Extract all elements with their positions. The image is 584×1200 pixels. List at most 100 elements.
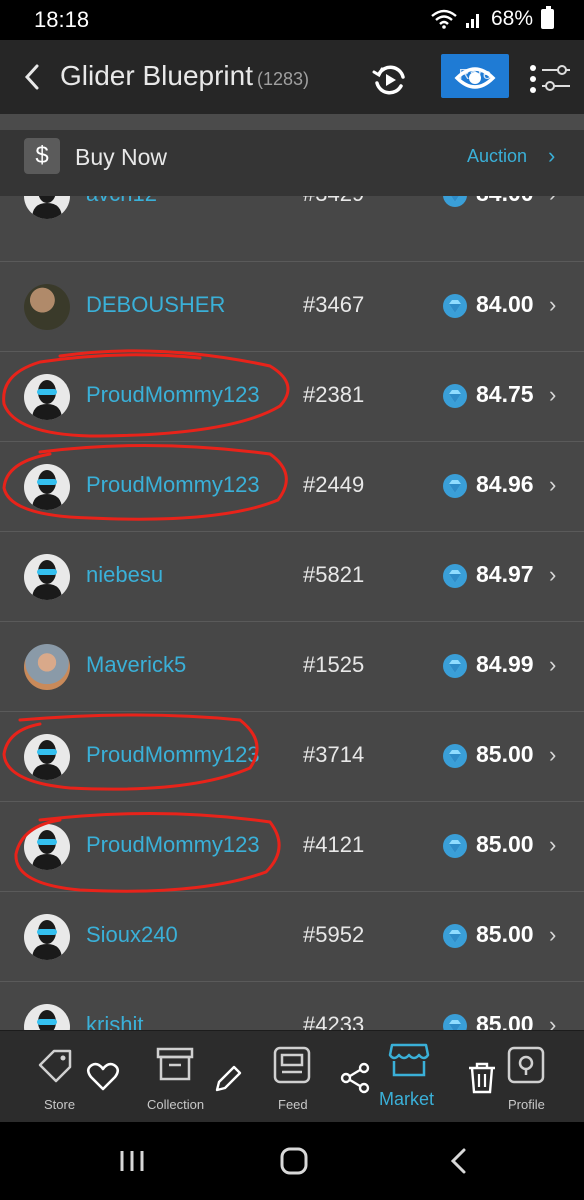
avatar [24,554,70,600]
username[interactable]: ProudMommy123 [86,382,260,408]
price: 84.00 [476,291,534,317]
chevron-right-icon[interactable]: › [549,832,556,858]
bottom-nav: Store Collection Feed Market Profile [0,1030,584,1122]
listing-row[interactable]: Maverick5 #1525 84.99 › [0,621,584,711]
nav-store[interactable]: Store [28,1031,88,1123]
diamond-coin-icon [443,196,467,207]
diamond-coin-icon [443,654,467,678]
tag-icon [38,1049,72,1083]
nav-feed[interactable]: Feed [270,1031,320,1123]
listing-row[interactable]: Sioux240 #5952 85.00 › [0,891,584,981]
serial-number: #2449 [303,472,365,497]
listing-row[interactable]: DEBOUSHER #3467 84.00 › [0,261,584,351]
avatar [24,1004,70,1030]
nav-market[interactable]: Market [378,1031,442,1123]
page-title: Glider Blueprint (1283) [60,60,309,92]
header: Glider Blueprint(1283) Rare [0,40,584,114]
heart-icon[interactable] [86,1061,120,1093]
listing-row[interactable]: avch12 #3429 84.00 › [0,196,584,241]
listing-row[interactable]: ProudMommy123 #3714 85.00 › [0,711,584,801]
item-count: (1283) [256,69,310,89]
refresh-icon[interactable] [370,60,410,100]
battery-icon [541,6,554,29]
serial-number: #1525 [303,652,365,677]
chevron-right-icon[interactable]: › [549,292,556,318]
listing-list[interactable]: avch12 #3429 84.00 › DEBOUSHER #3467 84.… [0,196,584,1030]
avatar [24,644,70,690]
system-back-icon[interactable] [446,1146,472,1176]
feed-icon [273,1046,311,1084]
back-arrow-icon[interactable] [18,58,48,96]
system-nav-bar [0,1122,584,1200]
avatar [24,196,70,219]
nav-collection[interactable]: Collection [145,1031,215,1123]
wifi-icon [431,9,457,29]
serial-number: #5952 [303,922,365,947]
status-time: 18:18 [34,7,90,32]
username[interactable]: DEBOUSHER [86,292,225,318]
chevron-right-icon[interactable]: › [549,196,556,207]
battery-percent: 68% [490,7,533,30]
username[interactable]: Sioux240 [86,922,178,948]
diamond-coin-icon [443,474,467,498]
chevron-right-icon[interactable]: › [549,472,556,498]
diamond-coin-icon [443,834,467,858]
username[interactable]: ProudMommy123 [86,832,260,858]
username[interactable]: ProudMommy123 [86,742,260,768]
username[interactable]: krishit [86,1012,143,1030]
rarity-view-button[interactable]: Rare [441,54,509,98]
eye-icon [454,67,496,89]
pencil-icon[interactable] [212,1063,244,1095]
listing-row[interactable]: ProudMommy123 #2449 84.96 › [0,441,584,531]
nav-feed-label: Feed [278,1097,308,1112]
price: 84.99 [476,651,534,677]
listing-row[interactable]: ProudMommy123 #4121 85.00 › [0,801,584,891]
chevron-right-icon[interactable]: › [549,742,556,768]
listing-row[interactable]: krishit #4233 85.00 › [0,981,584,1030]
price: 85.00 [476,831,534,857]
username[interactable]: Maverick5 [86,652,186,678]
avatar [24,824,70,870]
buy-now-label: Buy Now [75,144,168,170]
diamond-coin-icon [443,384,467,408]
serial-number: #3714 [303,742,365,767]
header-gap [0,114,584,130]
serial-number: #4121 [303,832,365,857]
trash-icon[interactable] [466,1061,498,1095]
chevron-right-icon[interactable]: › [549,652,556,678]
page-title-text: Glider Blueprint [60,60,253,91]
archive-box-icon [156,1047,194,1081]
chevron-right-icon[interactable]: › [549,1012,556,1030]
diamond-coin-icon [443,744,467,768]
status-icons: 68% [431,6,554,31]
chevron-right-icon[interactable]: › [549,922,556,948]
chevron-right-icon[interactable]: › [549,562,556,588]
price: 84.00 [476,196,534,207]
username[interactable]: niebesu [86,562,163,588]
price: 84.75 [476,381,534,407]
diamond-coin-icon [443,924,467,948]
diamond-coin-icon [443,1014,467,1030]
diamond-coin-icon [443,564,467,588]
avatar [24,374,70,420]
chevron-right-icon[interactable]: › [549,382,556,408]
share-icon[interactable] [338,1061,372,1095]
storefront-icon [388,1043,430,1077]
serial-number: #5821 [303,562,365,587]
buy-now-bar[interactable]: $ Buy Now Auction › [0,130,584,196]
nav-profile[interactable]: Profile [502,1031,558,1123]
home-icon[interactable] [278,1146,310,1176]
price: 85.00 [476,741,534,767]
listing-row[interactable]: ProudMommy123 #2381 84.75 › [0,351,584,441]
filter-icon[interactable] [528,58,572,100]
auction-link[interactable]: Auction [467,146,527,167]
listing-row[interactable]: niebesu #5821 84.97 › [0,531,584,621]
recent-apps-icon[interactable] [118,1148,146,1174]
chevron-right-icon[interactable]: › [548,143,555,169]
signal-icon [465,14,479,28]
avatar [24,464,70,510]
username[interactable]: avch12 [86,196,157,207]
price: 84.97 [476,561,534,587]
serial-number: #2381 [303,382,365,407]
username[interactable]: ProudMommy123 [86,472,260,498]
